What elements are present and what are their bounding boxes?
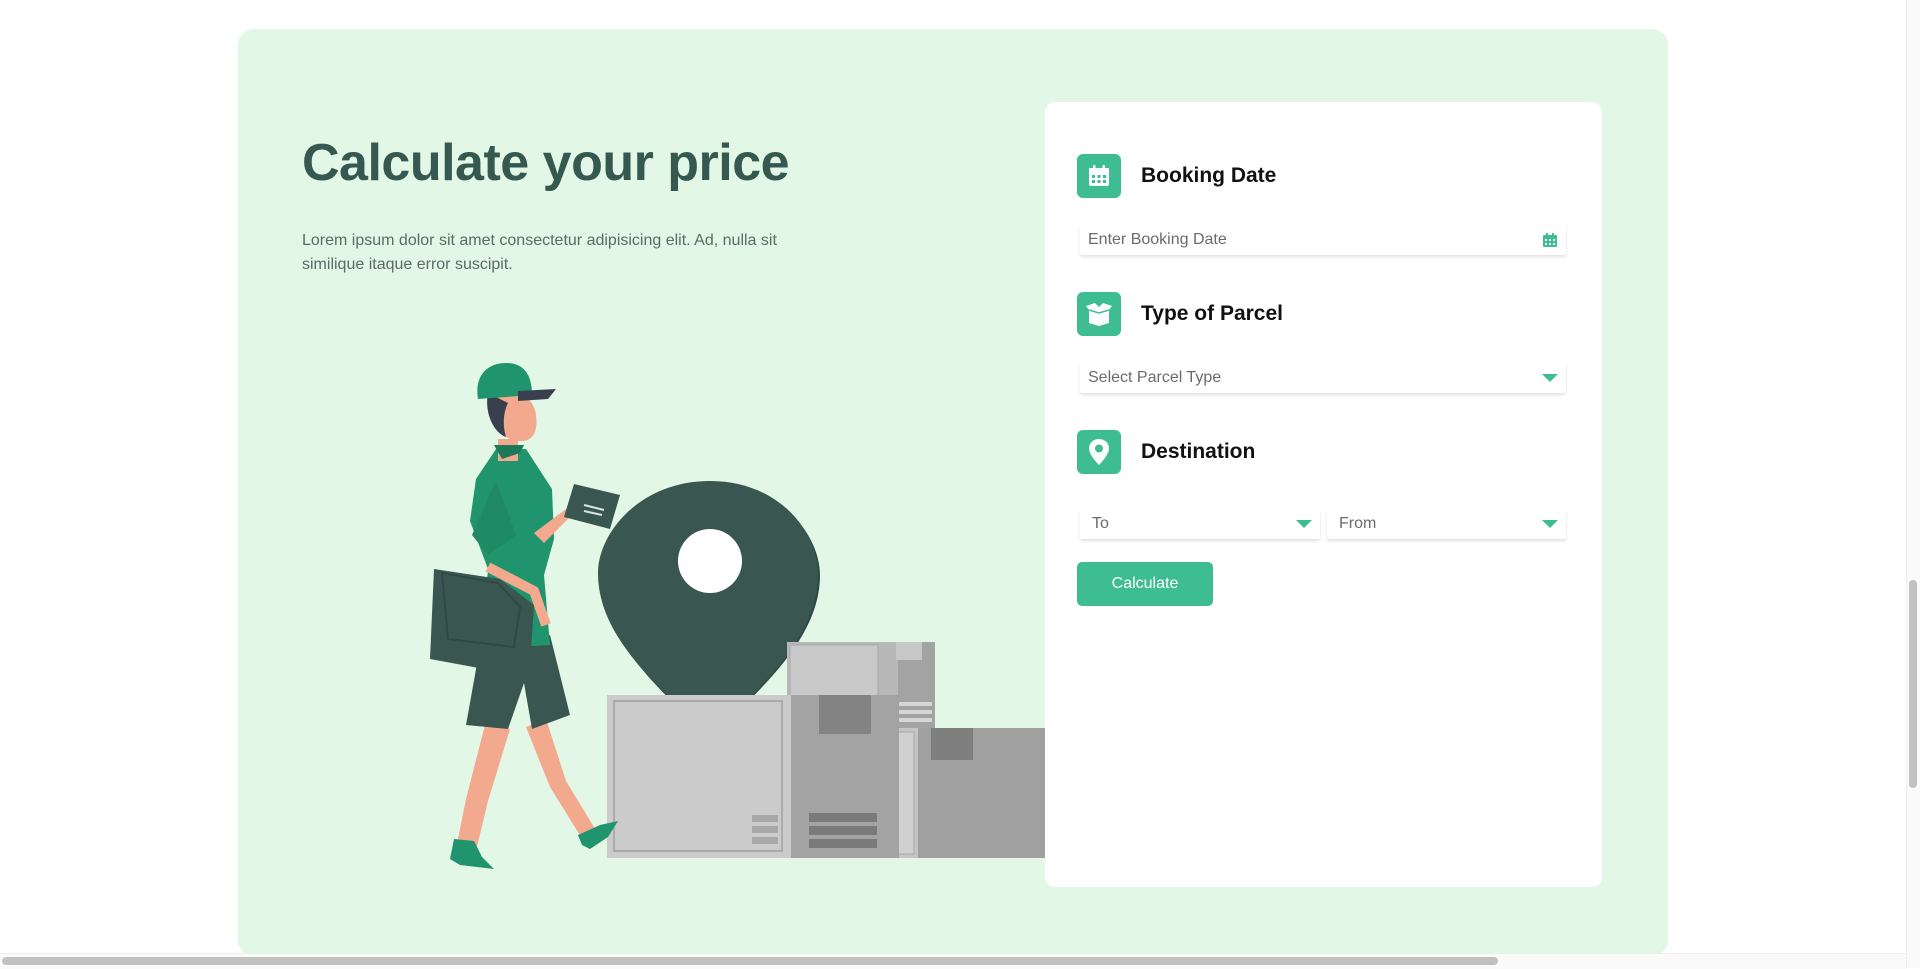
delivery-illustration	[430, 363, 1058, 869]
calculate-button[interactable]: Calculate	[1077, 562, 1213, 606]
box-icon	[1077, 292, 1121, 336]
booking-date-title: Booking Date	[1141, 164, 1277, 187]
destination-to-select[interactable]: To	[1080, 509, 1320, 539]
booking-date-input[interactable]: Enter Booking Date	[1080, 225, 1566, 255]
vertical-scrollbar-track[interactable]	[1906, 0, 1920, 968]
price-form-card: Booking Date Enter Booking Date Type of …	[1045, 102, 1602, 887]
calendar-small-icon[interactable]	[1542, 232, 1558, 248]
parcel-type-header: Type of Parcel	[1077, 292, 1283, 336]
destination-from-label: From	[1339, 515, 1377, 532]
vertical-scrollbar-thumb[interactable]	[1909, 580, 1917, 788]
chevron-down-icon	[1542, 520, 1558, 528]
booking-date-placeholder: Enter Booking Date	[1088, 231, 1227, 248]
chevron-down-icon	[1296, 520, 1312, 528]
parcel-type-placeholder: Select Parcel Type	[1088, 369, 1222, 386]
courier-graphic	[430, 363, 620, 869]
parcel-type-title: Type of Parcel	[1141, 302, 1283, 325]
calendar-icon	[1077, 154, 1121, 198]
destination-to-label: To	[1092, 515, 1109, 532]
price-calculator-section: Calculate your price Lorem ipsum dolor s…	[238, 29, 1668, 956]
map-pin-icon	[1077, 430, 1121, 474]
destination-header: Destination	[1077, 430, 1255, 474]
chevron-down-icon	[1542, 374, 1558, 382]
page-description: Lorem ipsum dolor sit amet consectetur a…	[302, 232, 777, 273]
destination-from-select[interactable]: From	[1327, 509, 1566, 539]
page-title: Calculate your price	[302, 134, 790, 192]
horizontal-scrollbar-thumb[interactable]	[2, 957, 1498, 965]
parcel-type-select[interactable]: Select Parcel Type	[1080, 363, 1566, 393]
destination-title: Destination	[1141, 440, 1256, 463]
booking-date-header: Booking Date	[1077, 154, 1276, 198]
